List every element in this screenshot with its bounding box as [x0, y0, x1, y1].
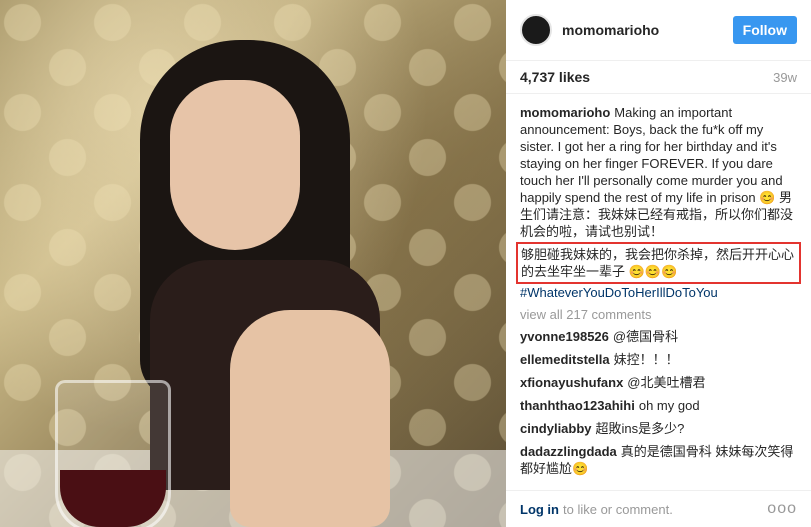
comment-text: @德国骨科 — [612, 329, 679, 344]
comment-text: oh my god — [638, 398, 700, 413]
login-prompt-text: to like or comment. — [563, 501, 673, 517]
post-age[interactable]: 39w — [773, 70, 797, 85]
comment-username[interactable]: yvonne198526 — [520, 329, 609, 344]
caption-hashtag[interactable]: #WhateverYouDoToHerIllDoToYou — [520, 284, 797, 301]
comment-username[interactable]: cindyliabby — [520, 421, 592, 436]
caption-text-cn-highlight: 够胆碰我妹妹的，我会把你杀掉，然后开开心心的去坐牢坐一辈子 😊😊😊 — [521, 247, 795, 279]
caption-text-en: Making an important announcement: Boys, … — [520, 105, 783, 205]
comment: ellemeditstella 妹控！！！ — [520, 351, 797, 368]
instagram-post: momomarioho Follow 4,737 likes 39w momom… — [0, 0, 811, 527]
login-link[interactable]: Log in — [520, 502, 559, 517]
view-all-comments-link[interactable]: view all 217 comments — [520, 307, 797, 322]
comment: xfionayushufanx @北美吐槽君 — [520, 374, 797, 391]
comments-section: view all 217 comments yvonne198526 @德国骨科 … — [506, 307, 811, 477]
comment-username[interactable]: xfionayushufanx — [520, 375, 623, 390]
comment: thanhthao123ahihi oh my god — [520, 397, 797, 414]
likes-count[interactable]: 4,737 likes — [520, 69, 590, 85]
comment-text: @北美吐槽君 — [627, 375, 706, 390]
comment-username[interactable]: ellemeditstella — [520, 352, 610, 367]
caption-username[interactable]: momomarioho — [520, 105, 610, 120]
post-footer: Log in to like or comment. ooo — [506, 490, 811, 527]
comment: cindyliabby 超敗ins是多少? — [520, 420, 797, 437]
red-wine — [60, 470, 166, 527]
avatar[interactable] — [520, 14, 552, 46]
more-options-icon[interactable]: ooo — [767, 500, 797, 518]
post-caption: momomarioho Making an important announcem… — [506, 94, 811, 301]
comment: dadazzlingdada 真的是德国骨科 妹妹每次笑得都好尴尬😊 — [520, 443, 797, 477]
caption-highlight-box: 够胆碰我妹妹的，我会把你杀掉，然后开开心心的去坐牢坐一辈子 😊😊😊 — [516, 242, 801, 284]
comment-text: 妹控！！！ — [613, 352, 679, 367]
post-photo[interactable] — [0, 0, 506, 527]
follow-button[interactable]: Follow — [732, 16, 797, 44]
comment: yvonne198526 @德国骨科 — [520, 328, 797, 345]
woman-hand-with-ring — [230, 310, 390, 527]
likes-row: 4,737 likes 39w — [506, 61, 811, 94]
woman-face — [170, 80, 300, 250]
post-side-panel: momomarioho Follow 4,737 likes 39w momom… — [506, 0, 811, 527]
comment-text: 超敗ins是多少? — [595, 421, 685, 436]
comment-username[interactable]: dadazzlingdada — [520, 444, 617, 459]
post-username[interactable]: momomarioho — [562, 22, 733, 38]
post-header: momomarioho Follow — [506, 0, 811, 61]
comment-username[interactable]: thanhthao123ahihi — [520, 398, 635, 413]
